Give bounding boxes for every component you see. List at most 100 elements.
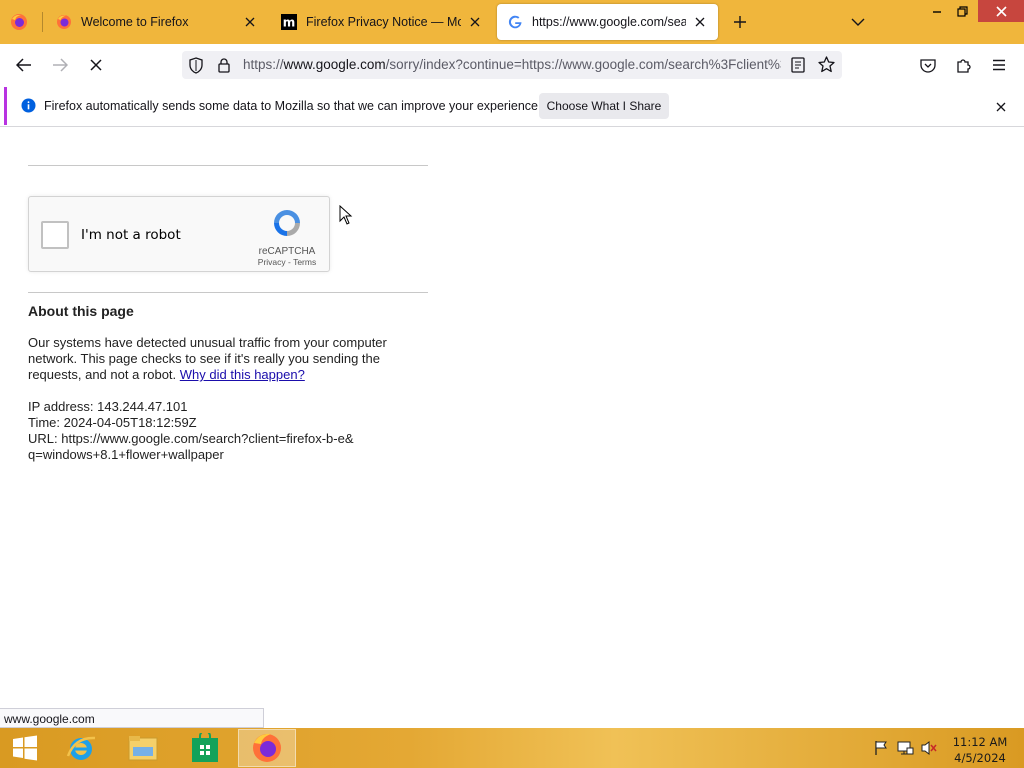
close-icon [695, 17, 705, 27]
toolbar-divider [0, 126, 1024, 127]
flag-icon [875, 741, 887, 755]
recaptcha-privacy-terms-links[interactable]: Privacy - Terms [255, 257, 319, 267]
tab-separator [42, 12, 43, 32]
recaptcha-brand-name: reCAPTCHA [258, 246, 316, 257]
volume-muted-icon[interactable] [920, 740, 938, 756]
new-tab-button[interactable] [726, 8, 754, 36]
minimize-icon [933, 11, 941, 13]
tab-privacy-notice[interactable]: m Firefox Privacy Notice — Mozilla [271, 4, 493, 40]
about-page-heading: About this page [28, 303, 134, 319]
stop-button[interactable] [82, 51, 110, 79]
stop-icon [90, 59, 102, 71]
tab-label: Welcome to Firefox [81, 15, 189, 29]
reader-view-button[interactable] [791, 57, 805, 78]
request-details: IP address: 143.244.47.101 Time: 2024-04… [28, 399, 428, 463]
status-link-preview: www.google.com [0, 708, 264, 728]
site-identity-button[interactable] [217, 57, 231, 78]
pocket-icon [920, 58, 936, 73]
divider [28, 292, 428, 293]
why-did-this-happen-link[interactable]: Why did this happen? [180, 367, 305, 382]
firefox-icon [253, 733, 281, 762]
taskbar-internet-explorer[interactable] [52, 729, 110, 767]
clock-time: 11:12 AM [952, 735, 1008, 749]
url-host: www.google.com [283, 57, 386, 72]
notification-message: Firefox automatically sends some data to… [44, 99, 542, 113]
choose-what-i-share-button[interactable]: Choose What I Share [539, 93, 669, 119]
tab-welcome[interactable]: Welcome to Firefox [46, 4, 268, 40]
url-path: /sorry/index?continue=https://www.google… [385, 57, 781, 72]
close-icon [245, 17, 255, 27]
network-icon[interactable] [896, 740, 914, 756]
bookmark-star-button[interactable] [818, 56, 835, 78]
url-line-continued: q=windows+8.1+flower+wallpaper [28, 447, 224, 462]
store-icon [192, 733, 218, 762]
tab-close-button[interactable] [692, 14, 708, 30]
shield-icon [189, 57, 203, 74]
plus-icon [734, 16, 746, 28]
tab-close-button[interactable] [467, 14, 483, 30]
network-monitor-icon [897, 741, 914, 755]
time-line: Time: 2024-04-05T18:12:59Z [28, 415, 197, 430]
taskbar-file-explorer[interactable] [114, 729, 172, 767]
restore-button[interactable] [947, 0, 977, 22]
tab-label: Firefox Privacy Notice — Mozilla [306, 15, 461, 29]
close-icon [995, 5, 1007, 17]
svg-text:m: m [283, 16, 296, 30]
mozilla-m-icon: m [281, 14, 297, 30]
recaptcha-widget: I'm not a robot reCAPTCHA Privacy - Term… [28, 196, 330, 272]
hamburger-menu-icon [993, 59, 1005, 71]
windows-taskbar: 11:12 AM 4/5/2024 [0, 728, 1024, 768]
recaptcha-branding: reCAPTCHA Privacy - Terms [255, 207, 319, 267]
clock-date: 4/5/2024 [954, 751, 1006, 765]
url-scheme: https:// [243, 57, 284, 72]
internet-explorer-icon [66, 736, 96, 760]
action-center-flag-icon[interactable] [872, 740, 890, 756]
speaker-muted-icon [921, 741, 937, 755]
app-menu-button[interactable] [985, 51, 1013, 79]
chevron-down-icon [851, 18, 865, 26]
recaptcha-checkbox[interactable] [41, 221, 69, 249]
about-page-text: Our systems have detected unusual traffi… [28, 335, 408, 383]
ip-address-line: IP address: 143.244.47.101 [28, 399, 188, 414]
info-icon [21, 98, 36, 113]
back-button[interactable] [10, 51, 38, 79]
tab-label: https://www.google.com/search?client=fir… [532, 15, 686, 29]
taskbar-firefox[interactable] [238, 729, 296, 767]
mouse-cursor-icon [339, 205, 353, 225]
recaptcha-logo-icon [274, 210, 300, 236]
tab-google[interactable]: https://www.google.com/search?client=fir… [497, 4, 718, 40]
star-icon [818, 56, 835, 73]
arrow-right-icon [53, 58, 68, 72]
extensions-button[interactable] [950, 51, 978, 79]
puzzle-piece-icon [957, 59, 971, 73]
firefox-icon [57, 15, 71, 29]
url-bar[interactable]: https://www.google.com/sorry/index?conti… [182, 51, 842, 79]
list-all-tabs-button[interactable] [844, 8, 872, 36]
tab-strip: Welcome to Firefox m Firefox Privacy Not… [0, 0, 1024, 44]
recaptcha-label: I'm not a robot [81, 227, 181, 243]
firefox-view-button[interactable] [5, 8, 33, 36]
close-window-button[interactable] [978, 0, 1024, 22]
close-icon [470, 17, 480, 27]
start-button[interactable] [0, 729, 50, 767]
reader-view-icon [791, 57, 805, 73]
windows-logo-icon [13, 735, 37, 761]
tracking-protection-button[interactable] [188, 57, 204, 79]
data-reporting-notification: Firefox automatically sends some data to… [4, 87, 1020, 125]
navigation-toolbar: https://www.google.com/sorry/index?conti… [0, 44, 1024, 86]
arrow-left-icon [16, 58, 31, 72]
pocket-button[interactable] [914, 51, 942, 79]
system-clock[interactable]: 11:12 AM 4/5/2024 [940, 734, 1020, 766]
firefox-icon [11, 14, 27, 30]
divider [28, 165, 428, 166]
taskbar-store[interactable] [176, 729, 234, 767]
forward-button[interactable] [46, 51, 74, 79]
lock-icon [218, 58, 230, 73]
close-icon [996, 102, 1006, 112]
notification-close-button[interactable] [996, 99, 1006, 117]
restore-icon [956, 5, 968, 17]
tab-close-button[interactable] [242, 14, 258, 30]
folder-icon [128, 736, 158, 761]
google-g-icon [508, 15, 522, 29]
url-text[interactable]: https://www.google.com/sorry/index?conti… [243, 57, 781, 72]
